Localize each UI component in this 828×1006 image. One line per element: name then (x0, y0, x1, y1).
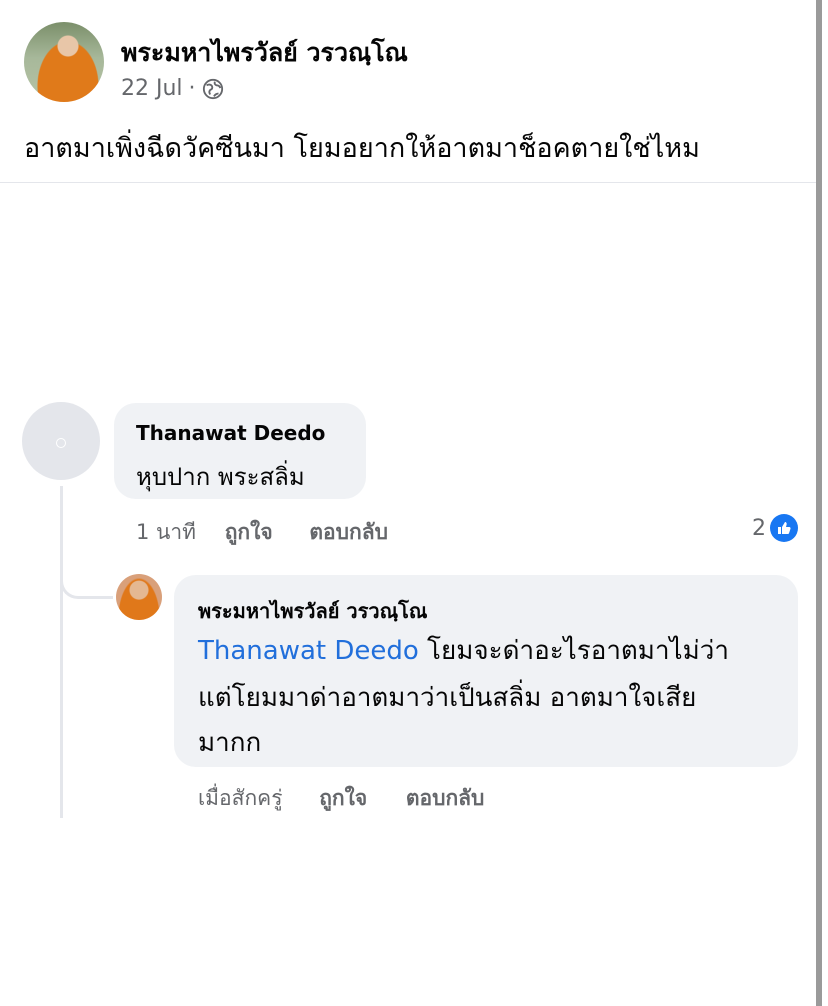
post-author-name[interactable]: พระมหาไพรวัลย์ วรวณฺโณ (121, 33, 408, 73)
comment-actions: 1 นาที ถูกใจ ตอบกลับ (136, 516, 388, 549)
comment-reply-button[interactable]: ตอบกลับ (309, 516, 388, 549)
reply-author[interactable]: พระมหาไพรวัลย์ วรวณฺโณ (198, 595, 427, 627)
reply-reply-button[interactable]: ตอบกลับ (406, 782, 485, 815)
comment-bubble: Thanawat Deedo หุบปาก พระสลิ่ม (114, 403, 366, 499)
post-author-avatar[interactable] (24, 22, 104, 102)
commenter-avatar[interactable] (22, 402, 100, 480)
reply-line-3: มากก (198, 728, 262, 758)
reply-mention-link[interactable]: Thanawat Deedo (198, 636, 419, 666)
post-divider (0, 182, 816, 183)
scrollbar[interactable] (816, 0, 822, 1006)
reply-bubble: พระมหาไพรวัลย์ วรวณฺโณ Thanawat Deedo โย… (174, 575, 798, 767)
reaction-summary[interactable]: 2 (752, 514, 798, 542)
comment-author[interactable]: Thanawat Deedo (136, 421, 325, 445)
reply-line-2: แต่โยมมาด่าอาตมาว่าเป็นสลิ่ม อาตมาใจเสีย (198, 683, 697, 713)
comment-like-button[interactable]: ถูกใจ (225, 516, 273, 549)
comment-text: หุบปาก พระสลิ่ม (136, 463, 305, 491)
meta-separator: · (188, 76, 196, 101)
reply-text-1: โยมจะด่าอะไรอาตมาไม่ว่า (418, 636, 729, 666)
reply-actions: เมื่อสักครู่ ถูกใจ ตอบกลับ (198, 782, 484, 815)
comment-time[interactable]: 1 นาที (136, 516, 196, 549)
avatar-placeholder-icon (56, 438, 66, 448)
reply-time[interactable]: เมื่อสักครู่ (198, 782, 283, 815)
reaction-count: 2 (752, 515, 766, 541)
post-date[interactable]: 22 Jul (121, 76, 183, 101)
post-meta: 22 Jul · (121, 76, 224, 101)
like-reaction-icon (770, 514, 798, 542)
thread-line (60, 486, 63, 818)
globe-icon[interactable] (202, 78, 224, 100)
reply-like-button[interactable]: ถูกใจ (319, 782, 367, 815)
post-text: อาตมาเพิ่งฉีดวัคซีนมา โยมอยากให้อาตมาช็อ… (24, 133, 700, 164)
reply-author-avatar[interactable] (116, 574, 162, 620)
thread-connector (60, 548, 113, 599)
reply-line-1: Thanawat Deedo โยมจะด่าอะไรอาตมาไม่ว่า (198, 630, 729, 671)
